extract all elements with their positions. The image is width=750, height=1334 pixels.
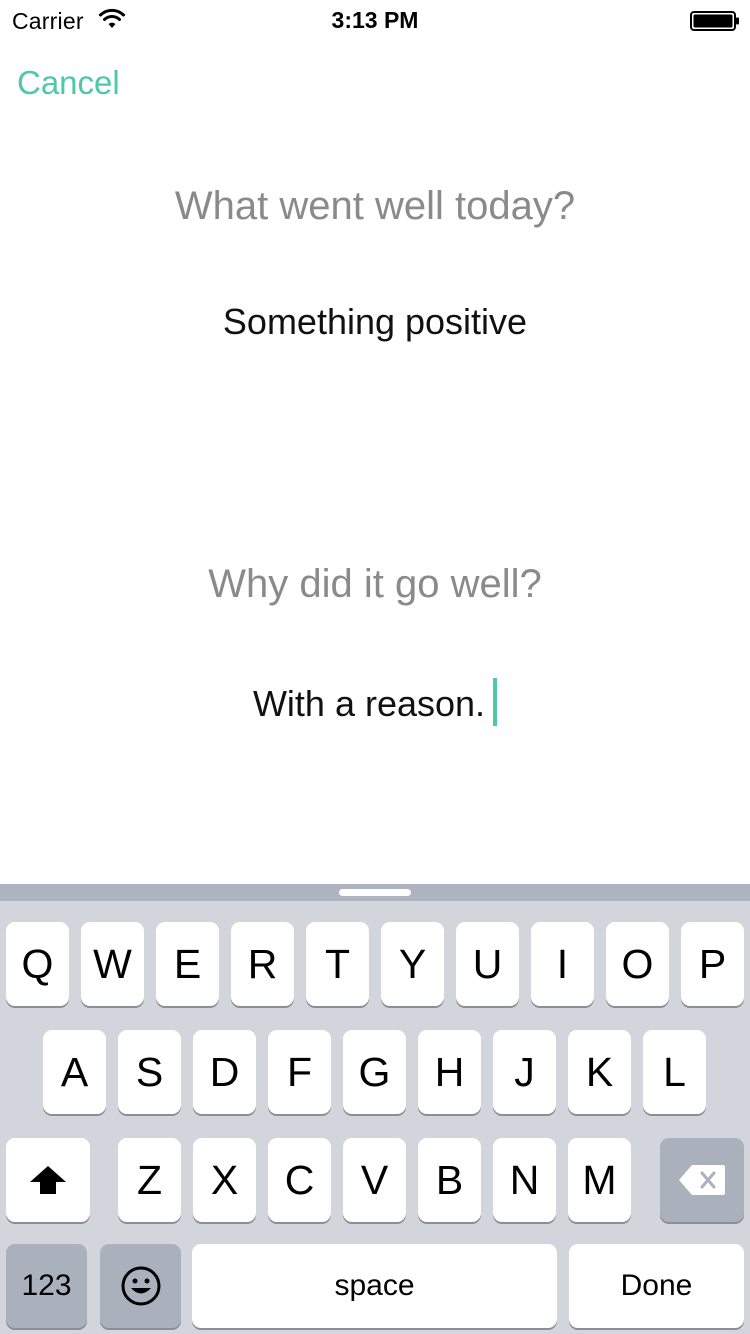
key-r[interactable]: R <box>231 922 294 1006</box>
shift-key[interactable] <box>6 1138 90 1222</box>
key-e[interactable]: E <box>156 922 219 1006</box>
key-d[interactable]: D <box>193 1030 256 1114</box>
answer-text-why-went-well: With a reason. <box>252 683 486 724</box>
shift-icon <box>28 1165 68 1195</box>
keyboard-top-bar <box>0 884 750 901</box>
screen: Carrier 3:13 PM Cancel What went well to… <box>0 0 750 1334</box>
clock: 3:13 PM <box>331 7 419 33</box>
key-o[interactable]: O <box>606 922 669 1006</box>
key-f[interactable]: F <box>268 1030 331 1114</box>
keyboard: Q W E R T Y U I O P A S D F G H J K L Z … <box>0 884 750 1334</box>
text-cursor <box>493 678 498 726</box>
key-z[interactable]: Z <box>118 1138 181 1222</box>
key-n[interactable]: N <box>493 1138 556 1222</box>
key-j[interactable]: J <box>493 1030 556 1114</box>
numbers-key[interactable]: 123 <box>6 1244 87 1328</box>
answer-field-what-went-well[interactable]: Something positive <box>0 301 750 343</box>
question-what-went-well: What went well today? <box>174 184 576 228</box>
key-a[interactable]: A <box>43 1030 106 1114</box>
key-p[interactable]: P <box>681 922 744 1006</box>
key-t[interactable]: T <box>306 922 369 1006</box>
cancel-button[interactable]: Cancel <box>17 64 120 102</box>
keyboard-grabber[interactable] <box>339 889 411 896</box>
key-u[interactable]: U <box>456 922 519 1006</box>
delete-key[interactable] <box>660 1138 744 1222</box>
question-why-went-well: Why did it go well? <box>208 562 542 606</box>
status-bar: Carrier 3:13 PM <box>0 0 750 40</box>
key-s[interactable]: S <box>118 1030 181 1114</box>
key-x[interactable]: X <box>193 1138 256 1222</box>
emoji-icon <box>120 1265 162 1307</box>
key-b[interactable]: B <box>418 1138 481 1222</box>
key-c[interactable]: C <box>268 1138 331 1222</box>
key-l[interactable]: L <box>643 1030 706 1114</box>
key-v[interactable]: V <box>343 1138 406 1222</box>
key-i[interactable]: I <box>531 922 594 1006</box>
answer-field-why-went-well[interactable]: With a reason. <box>0 678 750 726</box>
delete-icon <box>678 1164 726 1196</box>
key-k[interactable]: K <box>568 1030 631 1114</box>
emoji-key[interactable] <box>100 1244 181 1328</box>
key-w[interactable]: W <box>81 922 144 1006</box>
battery-icon <box>690 11 740 31</box>
done-key[interactable]: Done <box>569 1244 744 1328</box>
key-q[interactable]: Q <box>6 922 69 1006</box>
key-m[interactable]: M <box>568 1138 631 1222</box>
key-h[interactable]: H <box>418 1030 481 1114</box>
answer-text-what-went-well: Something positive <box>222 301 528 342</box>
key-g[interactable]: G <box>343 1030 406 1114</box>
space-key[interactable]: space <box>192 1244 557 1328</box>
key-y[interactable]: Y <box>381 922 444 1006</box>
